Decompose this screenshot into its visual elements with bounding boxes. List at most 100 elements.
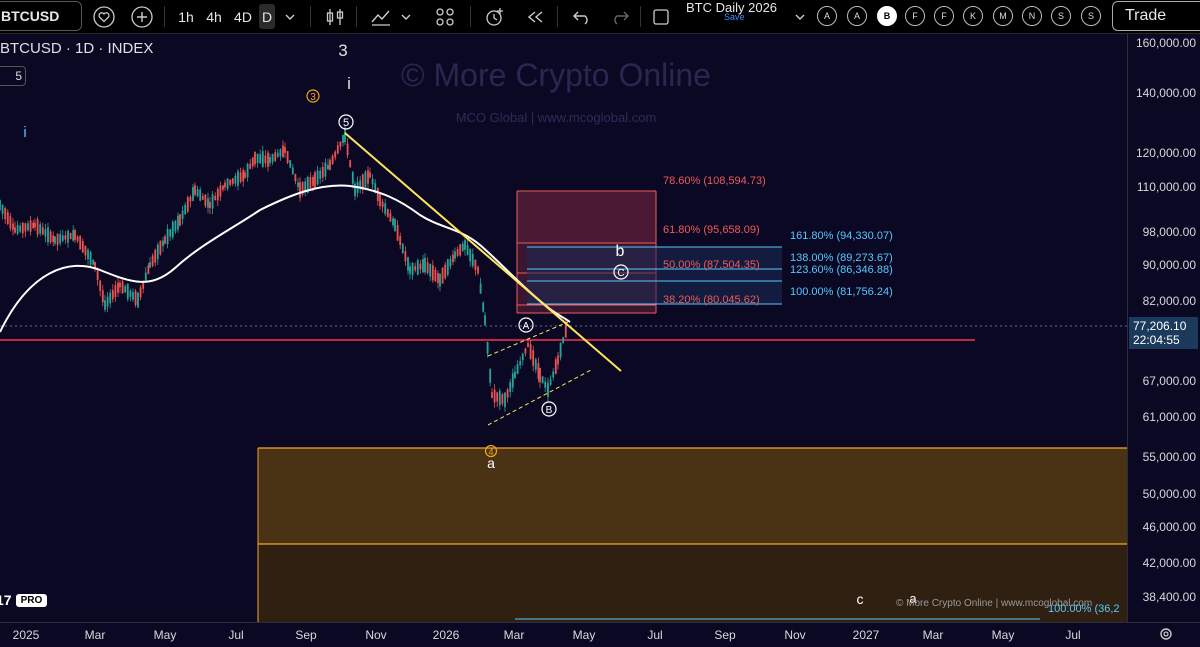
candle-body <box>482 302 485 312</box>
candle-body <box>96 270 99 281</box>
drawing-button-S[interactable]: S <box>1081 6 1101 26</box>
wave-label-c-bottom: c <box>857 591 864 607</box>
wave-label-circle-A: A <box>523 321 530 332</box>
square-icon[interactable] <box>650 0 672 33</box>
candle-body <box>541 376 544 384</box>
drawing-button-A1[interactable]: A <box>817 6 837 26</box>
candle-body <box>87 249 89 260</box>
symbol-search-button[interactable]: BTCUSD <box>0 1 82 31</box>
templates-icon[interactable] <box>432 0 458 33</box>
candle-body <box>186 197 189 212</box>
fib-red-label-786: 78.60% (108,594.73) <box>663 175 766 187</box>
candle-body <box>493 389 496 403</box>
candle-body <box>144 272 147 282</box>
candle-body <box>331 155 334 164</box>
candle-body <box>181 210 184 220</box>
candle-body <box>504 392 506 408</box>
candle-body <box>47 227 49 243</box>
candle-body <box>309 177 312 190</box>
wave-label-circle-3: 3 <box>310 92 316 103</box>
candle-body <box>132 292 134 300</box>
candle-body <box>454 251 456 259</box>
interval-D-active[interactable]: D <box>259 4 275 29</box>
fib-blue-label-bottom: 100.00% (36,2 <box>1048 603 1120 615</box>
drawing-button-F1[interactable]: F <box>934 6 954 26</box>
candle-body <box>389 212 392 222</box>
wave-label-a-lower: a <box>487 455 495 471</box>
candles-icon[interactable] <box>322 0 348 33</box>
time-label-jul-2026: Jul <box>647 628 663 642</box>
candle-body <box>81 240 84 253</box>
candle-body <box>369 172 371 178</box>
candle-body <box>121 281 124 294</box>
time-axis[interactable]: 2025 Mar May Jul Sep Nov 2026 Mar May Ju… <box>0 622 1200 647</box>
drawing-button-K[interactable]: M <box>993 6 1013 26</box>
tv-logo-mark: 17 <box>0 592 12 608</box>
interval-1h[interactable]: 1h <box>175 0 197 33</box>
drawing-button-B2[interactable]: F <box>905 6 925 26</box>
price-label-46000: 46,000.00 <box>1142 520 1196 534</box>
candle-body <box>466 245 469 255</box>
interval-4D[interactable]: 4D <box>231 0 255 33</box>
redo-icon[interactable] <box>608 0 632 33</box>
candle-body <box>544 381 547 388</box>
candle-body <box>498 390 501 406</box>
drawing-button-A2[interactable]: A <box>847 6 867 26</box>
drawing-button-B-active[interactable]: B <box>877 6 897 26</box>
candle-body <box>231 178 234 184</box>
replay-icon[interactable] <box>522 0 548 33</box>
chevron-down-icon[interactable] <box>398 0 414 33</box>
candle-body <box>6 212 9 224</box>
fib-red-box-top <box>517 191 656 243</box>
candle-body <box>286 151 289 163</box>
candle-body <box>426 262 429 273</box>
undo-icon[interactable] <box>570 0 594 33</box>
candle-body <box>184 204 187 215</box>
add-symbol-plus-icon[interactable] <box>130 0 154 33</box>
heart-icon[interactable] <box>92 0 116 33</box>
candle-body <box>222 185 224 190</box>
candle-body <box>501 394 504 404</box>
settings-gear-icon[interactable] <box>1158 626 1174 645</box>
trade-button[interactable]: Trade <box>1112 1 1200 31</box>
candle-body <box>342 135 344 143</box>
candlestick-series <box>0 125 567 412</box>
price-label-120000: 120,000.00 <box>1135 146 1196 160</box>
candle-body <box>209 201 211 209</box>
price-label-42000: 42,000.00 <box>1142 556 1196 570</box>
candle-body <box>354 183 356 197</box>
candle-body <box>177 215 179 230</box>
drawing-button-F2[interactable]: K <box>963 6 983 26</box>
candle-body <box>384 203 387 214</box>
candle-body <box>386 209 389 217</box>
indicators-count-badge[interactable]: 5 <box>0 66 26 86</box>
chevron-down-icon[interactable] <box>282 0 298 33</box>
price-chart-canvas[interactable]: © More Crypto Online MCO Global | www.mc… <box>0 34 1127 622</box>
drawing-button-N[interactable]: S <box>1051 6 1071 26</box>
symbol-title[interactable]: BTCUSD · 1D · INDEX <box>0 40 153 57</box>
candle-body <box>244 172 246 178</box>
price-label-61000: 61,000.00 <box>1142 410 1196 424</box>
candle-body <box>214 195 217 201</box>
candle-body <box>276 152 279 157</box>
chart-pane[interactable]: © More Crypto Online MCO Global | www.mc… <box>0 34 1127 622</box>
layout-title[interactable]: BTC Daily 2026 <box>686 0 777 15</box>
wave-label-b: b <box>616 243 625 260</box>
indicators-icon[interactable] <box>368 0 394 33</box>
candle-body <box>147 265 150 275</box>
candle-body <box>474 259 477 271</box>
candle-body <box>422 259 424 273</box>
interval-4h[interactable]: 4h <box>202 0 226 33</box>
candle-body <box>564 323 567 338</box>
chevron-down-icon[interactable] <box>792 0 808 33</box>
drawing-button-M[interactable]: N <box>1022 6 1042 26</box>
candle-body <box>237 171 239 186</box>
price-label-55000: 55,000.00 <box>1142 450 1196 464</box>
candle-body <box>162 240 164 247</box>
alert-icon[interactable] <box>482 0 508 33</box>
time-label-mar-2025: Mar <box>84 628 106 642</box>
candle-body <box>339 141 342 147</box>
fib-red-label-382: 38.20% (80,045.62) <box>663 294 760 306</box>
wave-label-circle-B: B <box>546 405 553 416</box>
candle-body <box>129 290 132 297</box>
